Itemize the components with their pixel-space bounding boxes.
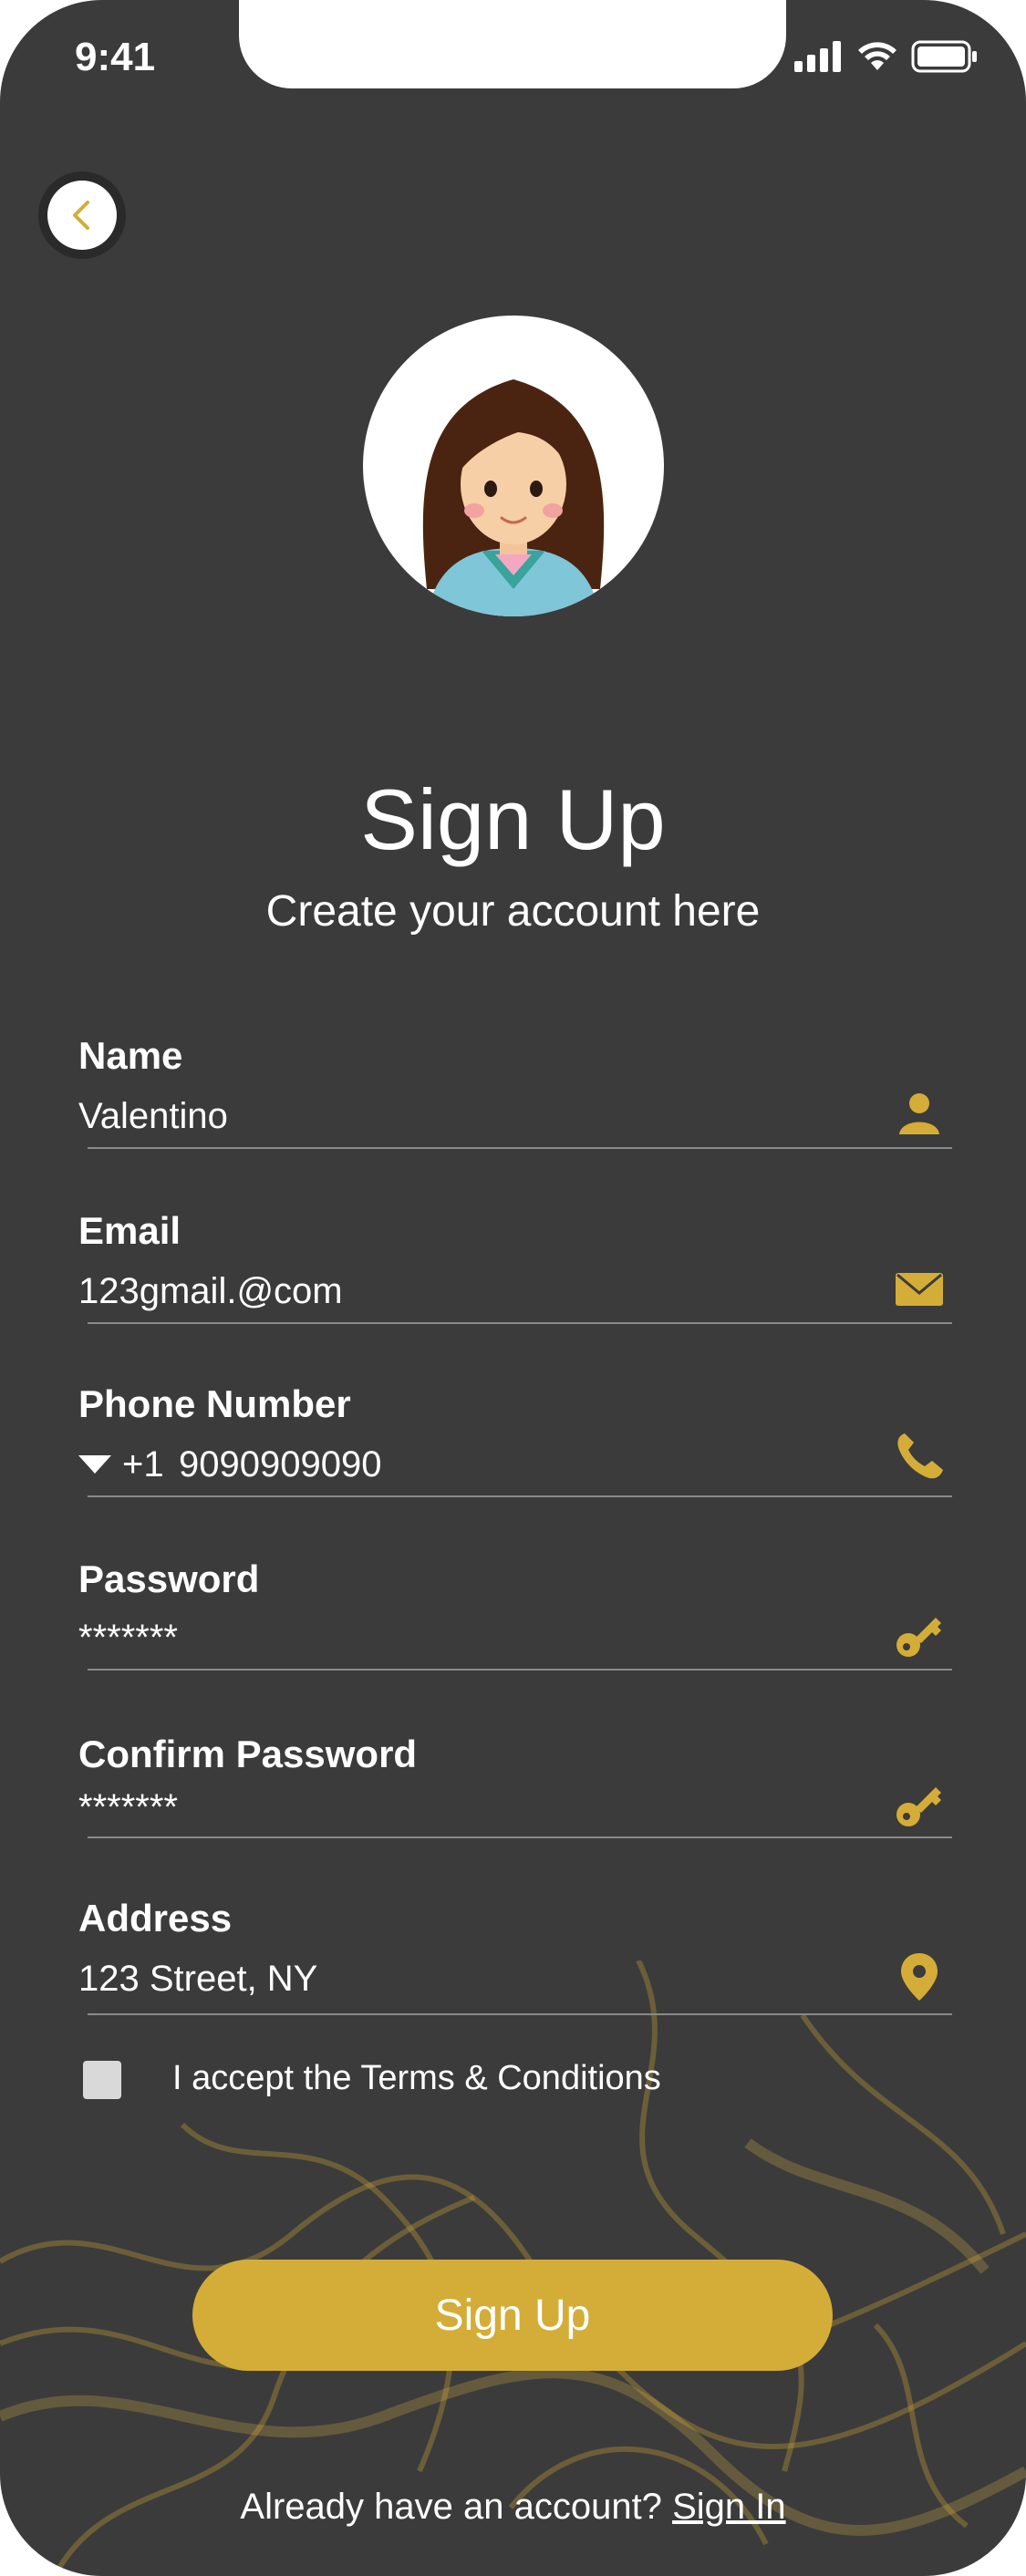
terms-checkbox[interactable] (83, 2061, 121, 2099)
back-button[interactable] (38, 171, 126, 259)
confirm-password-underline (88, 1836, 952, 1838)
device-notch (239, 0, 786, 88)
dropdown-triangle-icon (78, 1454, 111, 1474)
confirm-password-input[interactable]: ******* (78, 1787, 178, 1828)
phone-input[interactable]: 9090909090 (179, 1444, 381, 1485)
name-underline (88, 1147, 952, 1149)
password-label: Password (78, 1557, 260, 1600)
footer-signin-prompt: Already have an account? Sign In (0, 2487, 1026, 2528)
country-code-dropdown[interactable]: +1 (78, 1444, 164, 1485)
email-underline (88, 1322, 952, 1324)
battery-icon (911, 40, 977, 73)
email-label: Email (78, 1209, 181, 1252)
status-icons (794, 40, 979, 73)
profile-avatar[interactable] (363, 316, 664, 616)
password-input[interactable]: ******* (78, 1618, 178, 1659)
phone-underline (88, 1495, 952, 1497)
confirm-password-label: Confirm Password (78, 1733, 418, 1775)
sign-in-link[interactable]: Sign In (672, 2487, 786, 2527)
page-title: Sign Up (360, 771, 666, 867)
map-pin-icon (901, 1953, 938, 2001)
page-subtitle: Create your account here (265, 887, 761, 936)
signal-icon (794, 41, 841, 72)
address-underline (88, 2013, 952, 2015)
girl-avatar-illustration (422, 379, 605, 616)
phone-label: Phone Number (78, 1382, 351, 1425)
password-underline (88, 1669, 952, 1671)
key-icon (896, 1787, 941, 1826)
sign-up-button[interactable]: Sign Up (192, 2260, 833, 2371)
name-label: Name (78, 1034, 183, 1077)
footer-prompt-text: Already have an account? (240, 2487, 662, 2527)
envelope-icon (896, 1273, 943, 1306)
phone-icon (897, 1433, 943, 1479)
back-chevron-icon (73, 201, 89, 230)
terms-label: I accept the Terms & Conditions (172, 2059, 661, 2097)
country-code: +1 (122, 1444, 164, 1485)
name-input[interactable]: Valentino (78, 1096, 228, 1137)
email-input[interactable]: 123gmail.@com (78, 1271, 343, 1312)
key-icon (896, 1618, 941, 1657)
user-icon (899, 1093, 939, 1134)
status-time: 9:41 (75, 35, 156, 79)
phone-screen: 9:41 Sign Up Create your account here Na… (0, 0, 1026, 2576)
address-input[interactable]: 123 Street, NY (78, 1959, 317, 2000)
wifi-icon (858, 42, 896, 70)
address-label: Address (78, 1897, 233, 1940)
